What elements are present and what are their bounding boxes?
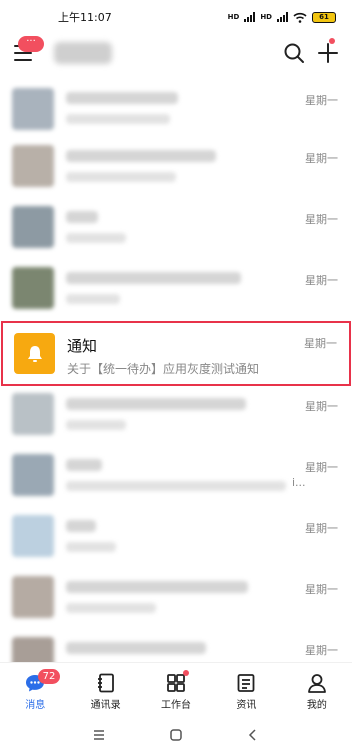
- home-square-icon[interactable]: [169, 728, 183, 742]
- tab-messages[interactable]: 消息 72: [0, 663, 70, 714]
- bell-icon: [27, 345, 42, 362]
- chat-title-blurred: [66, 398, 246, 410]
- menu-badge: ···: [18, 36, 44, 52]
- tab-contacts[interactable]: 通讯录: [70, 663, 140, 714]
- chat-time: 星期一: [305, 522, 338, 535]
- menu-lines-icon[interactable]: [92, 728, 106, 742]
- chat-preview-blurred: [66, 542, 116, 552]
- chat-preview-blurred: [66, 294, 120, 304]
- avatar: [12, 267, 54, 309]
- chat-preview-blurred: [66, 481, 286, 491]
- chat-time: 星期一: [305, 213, 338, 226]
- tab-workbench[interactable]: 工作台: [141, 663, 211, 714]
- tab-contacts-label: 通讯录: [90, 700, 121, 711]
- unread-badge: 72: [38, 669, 60, 684]
- tab-me-label: 我的: [306, 700, 327, 711]
- tab-messages-label: 消息: [25, 700, 46, 711]
- notification-title: 通知: [67, 337, 98, 355]
- system-nav-bar: [0, 714, 352, 756]
- chat-row[interactable]: 星期一: [0, 569, 352, 630]
- avatar: [12, 515, 54, 557]
- avatar: [12, 206, 54, 248]
- news-icon: [235, 672, 257, 694]
- signal-icon-2: [277, 12, 288, 22]
- chat-row[interactable]: 星期一: [0, 260, 352, 321]
- chat-row[interactable]: 星期一: [0, 630, 352, 662]
- avatar: [12, 145, 54, 187]
- chat-title-blurred: [66, 211, 98, 223]
- chat-preview-tail: i...: [292, 476, 306, 489]
- bottom-tab-bar: 消息 72 通讯录 工作台 资讯 我的: [0, 662, 352, 714]
- notification-chat-row[interactable]: 通知 关于【统一待办】应用灰度测试通知 星期一: [1, 321, 351, 386]
- chat-title-blurred: [66, 581, 248, 593]
- chat-preview-blurred: [66, 172, 176, 182]
- chat-row[interactable]: 星期一: [0, 84, 352, 138]
- person-icon: [306, 672, 328, 694]
- chat-title-blurred: [66, 92, 178, 104]
- notification-preview: 关于【统一待办】应用灰度测试通知: [67, 362, 260, 376]
- contacts-icon: [95, 672, 117, 694]
- network-indicator: HD: [227, 12, 240, 21]
- signal-icon: [244, 12, 256, 22]
- status-icons: HD HD 61: [227, 11, 336, 23]
- chat-preview-blurred: [66, 233, 126, 243]
- tab-me[interactable]: 我的: [282, 663, 352, 714]
- chat-preview-blurred: [66, 114, 170, 124]
- network-indicator-2: HD: [260, 12, 272, 21]
- workbench-badge-dot: [183, 670, 189, 676]
- chat-time: 星期一: [305, 274, 338, 287]
- status-time: 上午11:07: [58, 11, 112, 24]
- chat-time: 星期一: [305, 152, 338, 165]
- notification-time: 星期一: [304, 337, 337, 350]
- avatar: [12, 637, 54, 662]
- notification-avatar: [14, 333, 55, 374]
- chat-row[interactable]: i... 星期一: [0, 447, 352, 508]
- tab-news[interactable]: 资讯: [211, 663, 281, 714]
- chat-row[interactable]: 星期一: [0, 138, 352, 199]
- chat-row[interactable]: 星期一: [0, 508, 352, 569]
- chat-title-blurred: [66, 520, 96, 532]
- chat-time: 星期一: [305, 583, 338, 596]
- chat-title-blurred: [66, 150, 216, 162]
- org-name-blurred: [54, 42, 112, 64]
- chat-preview-blurred: [66, 420, 126, 430]
- back-arrow-icon[interactable]: [246, 728, 260, 742]
- chat-row[interactable]: 星期一: [0, 199, 352, 260]
- avatar: [12, 454, 54, 496]
- chat-preview-blurred: [66, 603, 156, 613]
- search-icon[interactable]: [283, 42, 305, 64]
- chat-title-blurred: [66, 272, 241, 284]
- status-bar: 上午11:07 HD HD 61: [0, 0, 352, 34]
- chat-time: 星期一: [305, 461, 338, 474]
- chat-title-blurred: [66, 459, 102, 471]
- chat-time: 星期一: [305, 400, 338, 413]
- chat-row[interactable]: 星期一: [0, 386, 352, 447]
- avatar: [12, 88, 54, 130]
- avatar: [12, 576, 54, 618]
- top-header: ···: [0, 34, 352, 74]
- plus-badge-dot: [329, 38, 335, 44]
- chat-time: 星期一: [305, 94, 338, 107]
- chat-time: 星期一: [305, 644, 338, 657]
- chat-list: 星期一 星期一 星期一 星期一 通知 关于【统一待办】应用灰度测试通知 星期一 …: [0, 84, 352, 662]
- plus-icon[interactable]: [317, 42, 339, 64]
- tab-workbench-label: 工作台: [161, 700, 192, 711]
- wifi-icon: [293, 12, 307, 23]
- avatar: [12, 393, 54, 435]
- tab-news-label: 资讯: [236, 700, 257, 711]
- battery-icon: 61: [312, 11, 336, 23]
- chat-title-blurred: [66, 642, 206, 654]
